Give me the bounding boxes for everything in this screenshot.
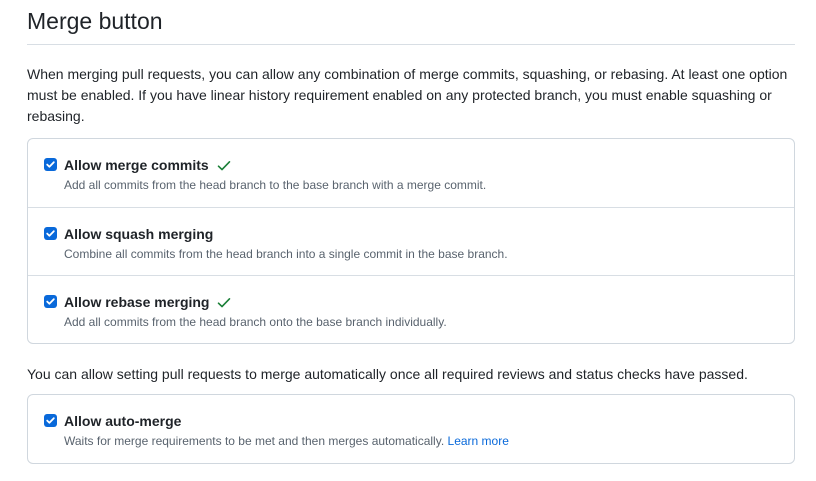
merge-options-box: Allow merge commits Add all commits from… [27,138,795,344]
option-merge-commits[interactable]: Allow merge commits Add all commits from… [28,139,794,207]
option-description: Add all commits from the head branch to … [64,178,487,192]
auto-merge-description: Waits for merge requirements to be met a… [64,434,445,448]
option-description: Combine all commits from the head branch… [64,247,508,261]
check-icon [217,158,231,176]
option-label: Allow merge commits [64,157,209,173]
section-title: Merge button [27,0,795,45]
option-rebase-merging[interactable]: Allow rebase merging Add all commits fro… [28,275,794,343]
option-auto-merge[interactable]: Allow auto-merge Waits for merge require… [28,395,794,463]
check-icon [217,295,231,313]
merge-button-settings: Merge button When merging pull requests,… [27,0,795,464]
option-description: Waits for merge requirements to be met a… [64,433,509,449]
checkbox-checked-icon[interactable] [44,227,57,240]
section-description: When merging pull requests, you can allo… [27,66,788,124]
checkbox-checked-icon[interactable] [44,158,57,171]
option-description: Add all commits from the head branch ont… [64,315,447,329]
option-squash-merging[interactable]: Allow squash merging Combine all commits… [28,207,794,275]
option-label: Allow auto-merge [64,413,182,429]
auto-merge-box: Allow auto-merge Waits for merge require… [27,394,795,464]
checkbox-checked-icon[interactable] [44,295,57,308]
option-label: Allow squash merging [64,226,214,242]
checkbox-checked-icon[interactable] [44,414,57,427]
learn-more-link[interactable]: Learn more [448,434,509,448]
option-label: Allow rebase merging [64,294,210,310]
auto-merge-note: You can allow setting pull requests to m… [27,366,748,382]
